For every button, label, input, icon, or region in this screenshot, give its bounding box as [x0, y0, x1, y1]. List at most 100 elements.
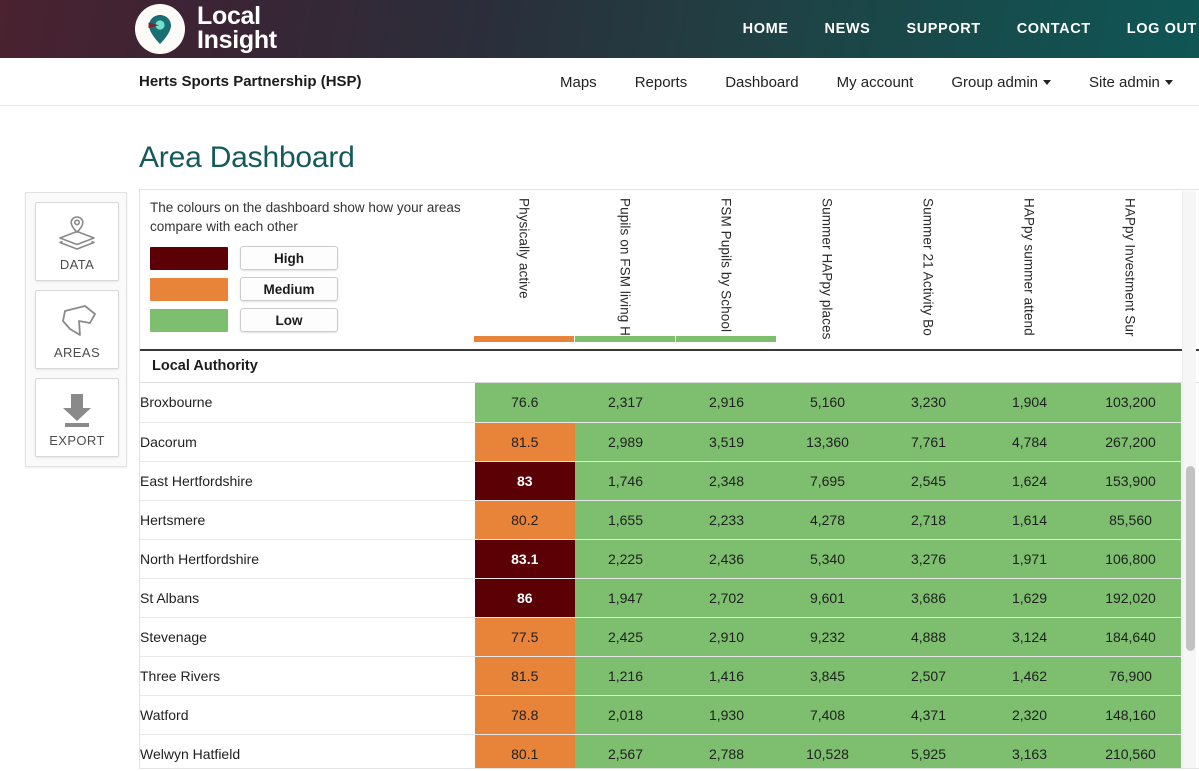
data-cell[interactable]: 83.1 [474, 539, 575, 579]
data-cell[interactable]: 3,519 [676, 422, 777, 462]
data-cell[interactable]: 2,225 [575, 539, 676, 579]
data-cell[interactable]: 5,340 [777, 539, 878, 579]
data-cell[interactable]: 4,784 [979, 422, 1080, 462]
subnav-item-group-admin[interactable]: Group admin [951, 74, 1052, 91]
data-cell[interactable]: 2,436 [676, 539, 777, 579]
area-name-cell[interactable]: North Hertfordshire [140, 539, 475, 579]
column-header-1[interactable]: Pupils on FSM living H [575, 198, 675, 342]
data-cell[interactable]: 3,276 [878, 539, 979, 579]
data-cell[interactable]: 267,200 [1080, 422, 1181, 462]
data-cell[interactable]: 1,746 [575, 461, 676, 501]
column-header-0[interactable]: Physically active [474, 198, 574, 342]
data-cell[interactable]: 1,216 [575, 656, 676, 696]
data-cell[interactable]: 1,462 [979, 656, 1080, 696]
data-cell[interactable]: 1,624 [979, 461, 1080, 501]
data-cell[interactable]: 192,020 [1080, 578, 1181, 618]
area-name-cell[interactable]: Three Rivers [140, 656, 475, 696]
table-row[interactable]: East Hertfordshire 83 1,746 2,348 7,695 2,545… [140, 461, 1181, 501]
data-cell[interactable]: 1,971 [979, 539, 1080, 579]
data-cell[interactable]: 2,507 [878, 656, 979, 696]
data-cell[interactable]: 2,718 [878, 500, 979, 540]
topnav-item-logout[interactable]: LOG OUT [1127, 21, 1197, 37]
data-cell[interactable]: 81.5 [474, 422, 575, 462]
column-header-2[interactable]: FSM Pupils by School [676, 198, 776, 342]
table-row[interactable]: St Albans 86 1,947 2,702 9,601 3,686 1,629 192,… [140, 578, 1181, 618]
data-cell[interactable]: 10,528 [777, 734, 878, 768]
data-cell[interactable]: 1,655 [575, 500, 676, 540]
data-cell[interactable]: 103,200 [1080, 383, 1181, 423]
data-cell[interactable]: 7,695 [777, 461, 878, 501]
data-cell[interactable]: 2,989 [575, 422, 676, 462]
data-cell[interactable]: 2,910 [676, 617, 777, 657]
table-row[interactable]: Watford 78.8 2,018 1,930 7,408 4,371 2,320 148,… [140, 695, 1181, 735]
data-cell[interactable]: 80.2 [474, 500, 575, 540]
data-cell[interactable]: 210,560 [1080, 734, 1181, 768]
data-cell[interactable]: 1,930 [676, 695, 777, 735]
data-cell[interactable]: 2,702 [676, 578, 777, 618]
subnav-item-maps[interactable]: Maps [560, 74, 597, 91]
data-cell[interactable]: 3,686 [878, 578, 979, 618]
data-cell[interactable]: 78.8 [474, 695, 575, 735]
topnav-item-support[interactable]: SUPPORT [906, 21, 980, 37]
data-cell[interactable]: 86 [474, 578, 575, 618]
legend-button-medium[interactable]: Medium [240, 277, 338, 302]
export-button[interactable]: EXPORT [35, 378, 119, 457]
table-row[interactable]: Hertsmere 80.2 1,655 2,233 4,278 2,718 1,614 85… [140, 500, 1181, 540]
data-cell[interactable]: 80.1 [474, 734, 575, 768]
data-cell[interactable]: 7,761 [878, 422, 979, 462]
data-cell[interactable]: 184,640 [1080, 617, 1181, 657]
areas-button[interactable]: AREAS [35, 290, 119, 369]
brand-logo[interactable]: Local Insight [135, 4, 277, 54]
table-row[interactable]: Broxbourne 76.6 2,317 2,916 5,160 3,230 1,904 1… [140, 383, 1181, 423]
column-header-3[interactable]: Summer HAPpy places [777, 198, 877, 342]
data-cell[interactable]: 2,348 [676, 461, 777, 501]
table-row[interactable]: Welwyn Hatfield 80.1 2,567 2,788 10,528 5,925… [140, 734, 1181, 768]
data-cell[interactable]: 5,160 [777, 383, 878, 423]
data-cell[interactable]: 83 [474, 461, 575, 501]
area-name-cell[interactable]: Hertsmere [140, 500, 475, 540]
area-name-cell[interactable]: Welwyn Hatfield [140, 734, 475, 768]
data-cell[interactable]: 2,545 [878, 461, 979, 501]
data-cell[interactable]: 1,416 [676, 656, 777, 696]
data-cell[interactable]: 3,230 [878, 383, 979, 423]
table-row[interactable]: Stevenage 77.5 2,425 2,910 9,232 4,888 3,124 18… [140, 617, 1181, 657]
area-name-cell[interactable]: Stevenage [140, 617, 475, 657]
data-cell[interactable]: 2,018 [575, 695, 676, 735]
table-row[interactable]: Dacorum 81.5 2,989 3,519 13,360 7,761 4,784 267… [140, 422, 1181, 462]
data-cell[interactable]: 4,371 [878, 695, 979, 735]
area-name-cell[interactable]: St Albans [140, 578, 475, 618]
data-cell[interactable]: 3,163 [979, 734, 1080, 768]
data-cell[interactable]: 1,629 [979, 578, 1080, 618]
data-cell[interactable]: 2,788 [676, 734, 777, 768]
column-header-5[interactable]: HAPpy summer attend [979, 198, 1079, 342]
area-name-cell[interactable]: Broxbourne [140, 383, 475, 423]
data-cell[interactable]: 5,925 [878, 734, 979, 768]
data-cell[interactable]: 1,904 [979, 383, 1080, 423]
data-cell[interactable]: 3,845 [777, 656, 878, 696]
data-cell[interactable]: 7,408 [777, 695, 878, 735]
subnav-item-site-admin[interactable]: Site admin [1089, 74, 1173, 91]
vertical-scrollbar[interactable] [1182, 191, 1196, 768]
data-cell[interactable]: 2,425 [575, 617, 676, 657]
data-cell[interactable]: 4,888 [878, 617, 979, 657]
data-cell[interactable]: 9,601 [777, 578, 878, 618]
data-cell[interactable]: 9,232 [777, 617, 878, 657]
data-button[interactable]: DATA [35, 202, 119, 281]
subnav-item-reports[interactable]: Reports [635, 74, 688, 91]
data-cell[interactable]: 153,900 [1080, 461, 1181, 501]
subnav-item-my-account[interactable]: My account [837, 74, 914, 91]
data-cell[interactable]: 106,800 [1080, 539, 1181, 579]
area-name-cell[interactable]: Watford [140, 695, 475, 735]
data-cell[interactable]: 148,160 [1080, 695, 1181, 735]
topnav-item-news[interactable]: NEWS [825, 21, 871, 37]
data-cell[interactable]: 1,947 [575, 578, 676, 618]
data-cell[interactable]: 2,233 [676, 500, 777, 540]
data-cell[interactable]: 76,900 [1080, 656, 1181, 696]
data-cell[interactable]: 2,916 [676, 383, 777, 423]
data-cell[interactable]: 81.5 [474, 656, 575, 696]
table-row[interactable]: North Hertfordshire 83.1 2,225 2,436 5,340 3,… [140, 539, 1181, 579]
data-cell[interactable]: 77.5 [474, 617, 575, 657]
data-cell[interactable]: 85,560 [1080, 500, 1181, 540]
column-header-6[interactable]: HAPpy Investment Sur [1080, 198, 1180, 342]
table-row[interactable]: Three Rivers 81.5 1,216 1,416 3,845 2,507 1,46… [140, 656, 1181, 696]
